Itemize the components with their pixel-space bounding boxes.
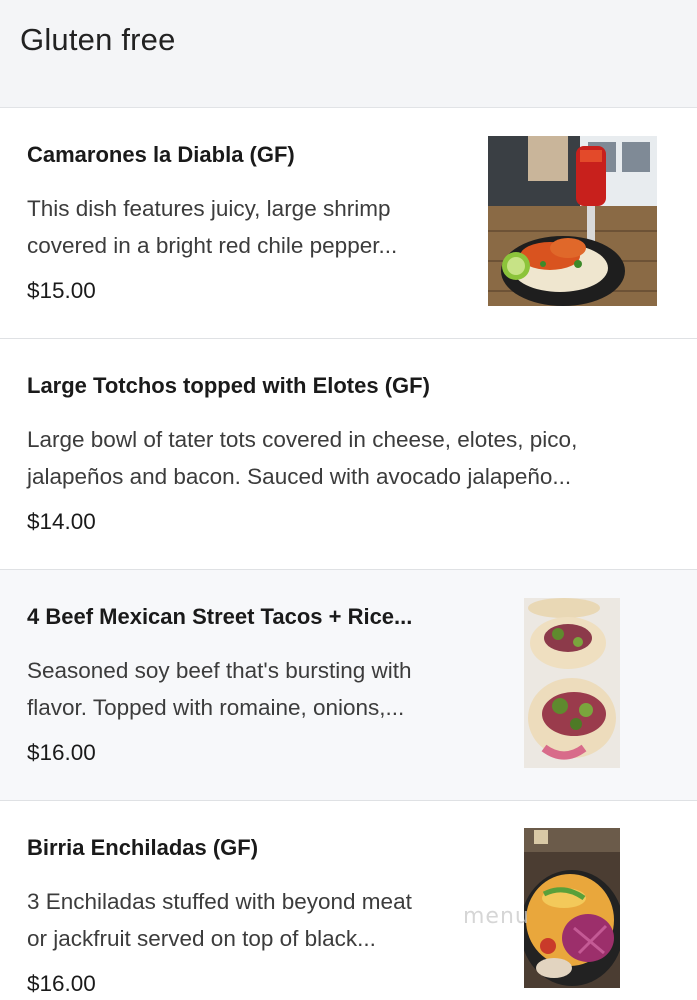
item-name: Birria Enchiladas (GF) xyxy=(27,835,259,860)
item-name: Camarones la Diabla (GF) xyxy=(27,142,295,167)
section-header: Gluten free xyxy=(0,0,697,108)
item-description: Large bowl of tater tots covered in chee… xyxy=(27,427,578,489)
menu-item-camarones[interactable]: Camarones la Diabla (GF) This dish featu… xyxy=(0,108,697,339)
item-name: 4 Beef Mexican Street Tacos + Rice... xyxy=(27,604,413,629)
section-title: Gluten free xyxy=(20,22,176,57)
item-description: Seasoned soy beef that's bursting with f… xyxy=(27,658,412,720)
item-price: $16.00 xyxy=(27,740,96,765)
item-price: $16.00 xyxy=(27,971,96,996)
item-photo[interactable] xyxy=(524,828,620,988)
item-description: This dish features juicy, large shrimp c… xyxy=(27,196,398,258)
item-name: Large Totchos topped with Elotes (GF) xyxy=(27,373,430,398)
menu-item-totchos[interactable]: Large Totchos topped with Elotes (GF) La… xyxy=(0,339,697,570)
item-photo[interactable] xyxy=(524,598,620,768)
item-price: $14.00 xyxy=(27,509,96,534)
item-price: $15.00 xyxy=(27,278,96,303)
menu-item-street-tacos[interactable]: 4 Beef Mexican Street Tacos + Rice... Se… xyxy=(0,570,697,801)
item-photo[interactable] xyxy=(488,136,657,306)
menu-item-birria-enchiladas[interactable]: Birria Enchiladas (GF) 3 Enchiladas stuf… xyxy=(0,801,697,1000)
watermark: menu xyxy=(463,904,530,929)
item-description: 3 Enchiladas stuffed with beyond meat or… xyxy=(27,889,412,951)
